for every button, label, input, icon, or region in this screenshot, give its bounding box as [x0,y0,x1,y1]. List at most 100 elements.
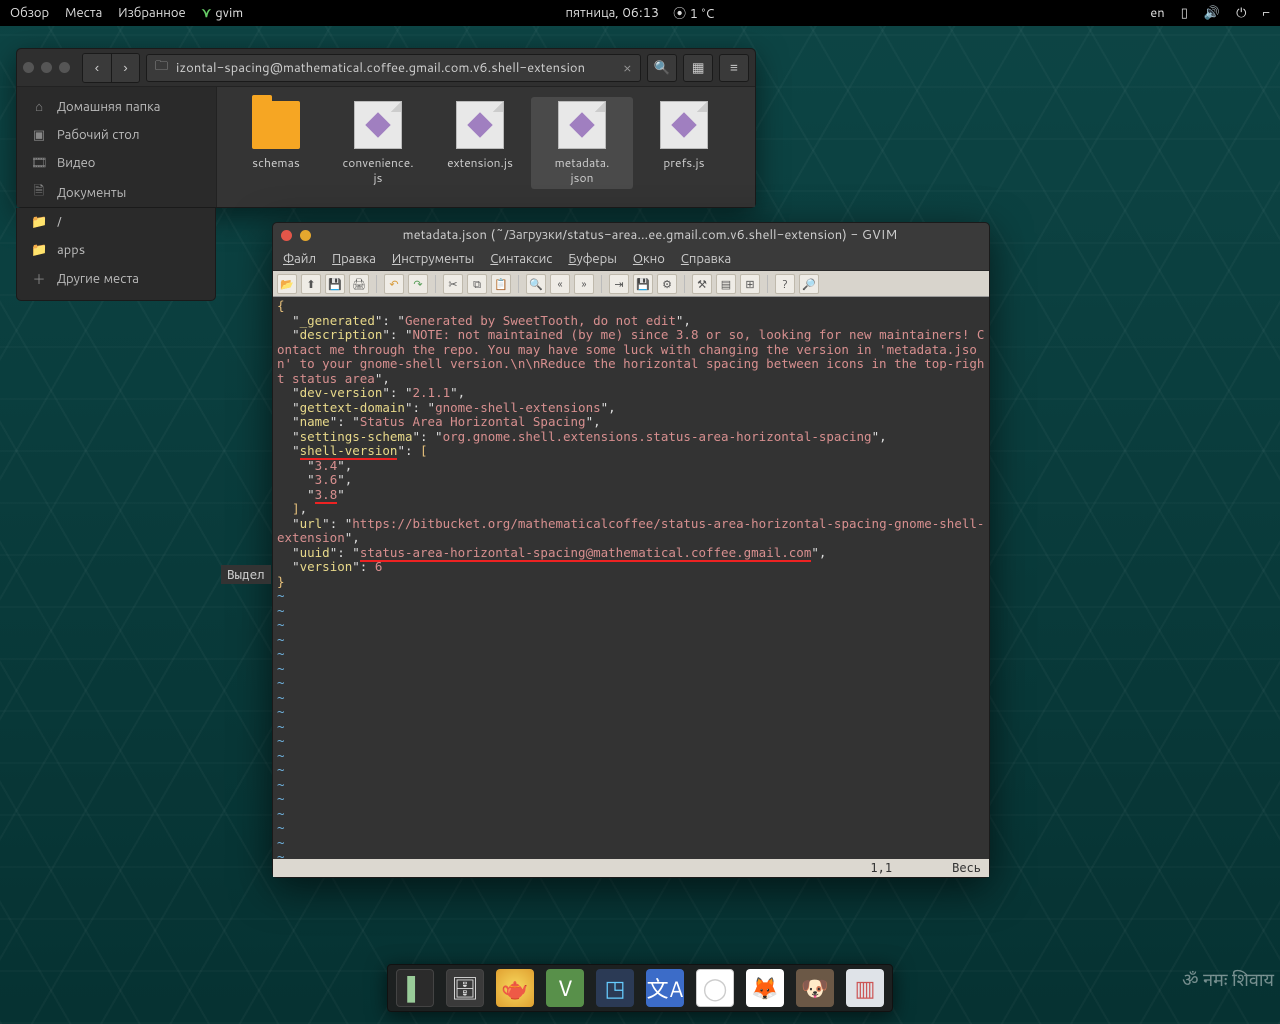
search-button[interactable]: 🔍 [647,54,677,82]
dock-app-terminal[interactable]: ▌ [396,969,434,1007]
sidebar-item-label: Видео [57,154,95,172]
sidebar-item-icon: ▣ [31,126,47,144]
gvim-titlebar: metadata.json (~/Загрузки/status-area…ee… [273,223,989,247]
sidebar-extra-item-2[interactable]: ＋ Другие места [17,264,215,294]
session-load-icon[interactable]: ⇥ [609,274,629,294]
gnome-top-bar: Обзор Места Избранное ⋎gvim пятница, 06:… [0,0,1280,26]
dock-app-gimp[interactable]: 🐶 [796,969,834,1007]
gvim-window: metadata.json (~/Загрузки/status-area…ee… [272,222,990,878]
dock-app-firefox[interactable]: 🦊 [746,969,784,1007]
print-icon[interactable]: 🖨 [349,274,369,294]
sidebar-item-label: Другие места [57,270,139,288]
sidebar-extra-item-0[interactable]: 📁/ [17,208,215,236]
weather-indicator[interactable]: ⦿ 1 °C [673,3,714,23]
dock-app-teapot[interactable]: 🫖 [496,969,534,1007]
settings-icon[interactable]: ⚙ [657,274,677,294]
desktop-watermark: ॐ नमः शिवाय [1182,968,1274,992]
sidebar-item-label: Домашняя папка [57,98,160,116]
file-item[interactable]: prefs.js [633,97,735,174]
file-label: metadata.json [533,155,631,185]
file-item[interactable]: schemas [225,97,327,174]
file-label: schemas [227,155,325,170]
scroll-position: Весь [952,861,981,875]
sidebar-item-2[interactable]: 🎞 Видео [17,149,216,177]
menu-item-Инструменты[interactable]: Инструменты [392,250,474,268]
save-icon[interactable]: ⬆ [301,274,321,294]
max-dot[interactable] [59,62,70,73]
sidebar-item-1[interactable]: ▣Рабочий стол [17,121,216,149]
dock-app-virtualbox[interactable]: ◳ [596,969,634,1007]
battery-icon[interactable]: ▯ [1181,4,1188,22]
session-save-icon[interactable]: 💾 [633,274,653,294]
file-item[interactable]: metadata.json [531,97,633,189]
paste-icon[interactable]: 📋 [491,274,511,294]
dock-app-libreoffice[interactable]: ▥ [846,969,884,1007]
sidebar-item-icon: ＋ [31,269,47,289]
file-label: convenience.js [329,155,427,185]
favorites-menu[interactable]: Избранное [118,4,185,22]
nav-back-button[interactable]: ‹ [83,54,111,82]
clear-location-icon[interactable]: ⨯ [623,60,632,76]
sidebar-item-label: Документы [57,184,126,202]
file-label: extension.js [431,155,529,170]
corner-icon[interactable]: ⌐ [1262,4,1270,22]
file-item[interactable]: extension.js [429,97,531,174]
copy-icon[interactable]: ⧉ [467,274,487,294]
close-button[interactable] [281,230,292,241]
power-icon[interactable]: ⏻ [1236,4,1246,22]
gvim-text-area[interactable]: { "_generated": "Generated by SweetTooth… [273,297,989,859]
menu-item-Окно[interactable]: Окно [633,250,665,268]
places-menu[interactable]: Места [65,4,102,22]
minimize-button[interactable] [300,230,311,241]
file-manager-sidebar: ⌂ Домашняя папка ▣Рабочий стол 🎞 Видео 🗎 Докум… [17,87,217,207]
menu-item-Буферы[interactable]: Буферы [568,250,617,268]
tags-icon[interactable]: ▤ [716,274,736,294]
location-text: izontal-spacing@mathematical.coffee.gmai… [176,59,585,77]
gvim-title-text: metadata.json (~/Загрузки/status-area…ee… [319,226,981,244]
dock-app-gvim[interactable]: V [546,969,584,1007]
volume-icon[interactable]: 🔊 [1204,4,1220,22]
activities-button[interactable]: Обзор [10,4,49,22]
menu-item-Файл[interactable]: Файл [283,250,316,268]
file-item[interactable]: convenience.js [327,97,429,189]
redo-icon[interactable]: ↷ [408,274,428,294]
undo-icon[interactable]: ↶ [384,274,404,294]
make-icon[interactable]: ⚒ [692,274,712,294]
window-controls [23,62,70,73]
open-icon[interactable]: 📂 [277,274,297,294]
dock-app-files[interactable]: 🗄 [446,969,484,1007]
sidebar-item-icon: ⌂ [31,98,47,116]
sidebar-item-0[interactable]: ⌂ Домашняя папка [17,93,216,121]
dock-app-chromium[interactable]: ◯ [696,969,734,1007]
find-icon[interactable]: 🔍 [526,274,546,294]
close-dot[interactable] [23,62,34,73]
nav-forward-button[interactable]: › [111,54,139,82]
file-manager-icon-view[interactable]: schemas convenience.js extension.js metadat… [217,87,755,207]
file-manager-sidebar-continued: 📁/📁apps ＋ Другие места [16,208,216,301]
sidebar-item-icon: 📁 [31,241,47,259]
dock-app-translate[interactable]: 文A [646,969,684,1007]
keyboard-layout-indicator[interactable]: en [1150,4,1164,22]
saveall-icon[interactable]: 💾 [325,274,345,294]
sidebar-extra-item-1[interactable]: 📁apps [17,236,215,264]
menu-item-Синтаксис[interactable]: Синтаксис [490,250,552,268]
clock[interactable]: пятница, 06:13 [566,4,660,22]
gvim-menubar: Файл Правка Инструменты Синтаксис Буферы Окно… [273,247,989,271]
search-help-icon[interactable]: 🔎 [799,274,819,294]
sidebar-item-icon: 🎞 [31,154,47,172]
shell-icon[interactable]: ⊞ [740,274,760,294]
menu-item-Справка[interactable]: Справка [681,250,731,268]
active-app[interactable]: ⋎gvim [202,4,244,22]
findnext-icon[interactable]: « [550,274,570,294]
menu-item-Правка[interactable]: Правка [332,250,376,268]
file-manager-window: ‹ › 🗀 izontal-spacing@mathematical.coffe… [16,48,756,208]
help-icon[interactable]: ? [775,274,795,294]
hamburger-menu-button[interactable]: ≡ [719,54,749,82]
view-grid-button[interactable]: ▦ [683,54,713,82]
min-dot[interactable] [41,62,52,73]
location-bar[interactable]: 🗀 izontal-spacing@mathematical.coffee.gm… [146,54,641,82]
findprev-icon[interactable]: » [574,274,594,294]
sidebar-item-3[interactable]: 🗎 Документы [17,177,216,207]
cut-icon[interactable]: ✂ [443,274,463,294]
sidebar-item-icon: 🗎 [31,182,47,204]
